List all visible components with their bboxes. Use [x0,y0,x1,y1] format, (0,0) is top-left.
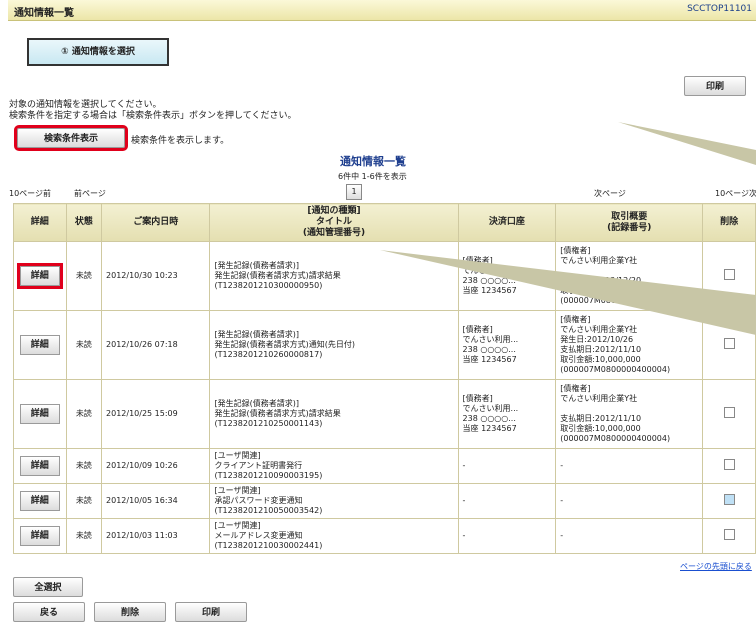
callout-pointer-bottom [380,250,756,335]
detail-cell: 詳細 [13,379,67,449]
detail-button[interactable]: 詳細 [19,404,60,424]
detail-button[interactable]: 詳細 [19,335,60,355]
account-cell: - [457,518,557,554]
instruction-line-2: 検索条件を指定する場合は「検索条件表示」ボタンを押してください。 [9,111,297,121]
account-cell: - [457,483,557,519]
pager-prev[interactable]: 前ページ [74,188,106,199]
pager-current-page[interactable]: 1 [346,184,362,200]
title-cell: [ユーザ関連] 承認パスワード変更通知 (T123820121005000354… [209,483,459,519]
delete-cell [702,518,756,554]
title-cell: [ユーザ関連] クライアント証明書発行 (T123820121009000319… [209,448,459,484]
search-conditions-button[interactable]: 検索条件表示 [14,125,128,151]
account-cell: [債務者] でんさい利用... 238 ○○○○... 当座 1234567 [457,379,557,449]
table-row: 詳細 未読 2012/10/03 11:03 [ユーザ関連] メールアドレス変更… [13,518,756,554]
callout-pointer-top [618,122,756,165]
detail-button[interactable]: 詳細 [19,456,60,476]
callout-pointers [380,122,756,335]
status-cell: 未読 [65,310,103,380]
summary-cell: - [555,483,704,519]
detail-cell: 詳細 [13,483,67,519]
page-top-link[interactable]: ページの先頭に戻る [680,561,752,572]
datetime-cell: 2012/10/09 10:26 [101,448,211,484]
status-cell: 未読 [65,379,103,449]
datetime-cell: 2012/10/05 16:34 [101,483,211,519]
detail-cell: 詳細 [13,310,67,380]
summary-cell: - [555,518,704,554]
delete-checkbox[interactable] [723,529,735,540]
pager-prev10[interactable]: 10ページ前 [9,188,51,199]
print-button[interactable]: 印刷 [175,602,247,622]
detail-button[interactable]: 詳細 [19,491,60,511]
delete-checkbox[interactable] [723,459,735,470]
summary-cell: [債権者] でんさい利用企業Y社 支払期日:2012/11/10 取引金額:10… [555,379,704,449]
datetime-cell: 2012/10/03 11:03 [101,518,211,554]
table-row: 詳細 未読 2012/10/05 16:34 [ユーザ関連] 承認パスワード変更… [13,483,756,519]
col-detail: 詳細 [13,203,67,242]
status-cell: 未読 [65,448,103,484]
status-cell: 未読 [65,483,103,519]
datetime-cell: 2012/10/25 15:09 [101,379,211,449]
datetime-cell: 2012/10/26 07:18 [101,310,211,380]
delete-checkbox[interactable] [723,407,735,418]
datetime-cell: 2012/10/30 10:23 [101,241,211,311]
status-cell: 未読 [65,241,103,311]
summary-cell: - [555,448,704,484]
table-row: 詳細 未読 2012/10/09 10:26 [ユーザ関連] クライアント証明書… [13,448,756,484]
back-button[interactable]: 戻る [13,602,85,622]
step-indicator: ① 通知情報を選択 [27,38,169,66]
delete-cell [702,448,756,484]
col-status: 状態 [65,203,103,242]
table-row: 詳細 未読 2012/10/25 15:09 [発生記録(債務者請求)] 発生記… [13,379,756,449]
screen-code: SCCTOP11101 [687,4,752,14]
delete-cell [702,379,756,449]
detail-cell: 詳細 [13,518,67,554]
top-print-button[interactable]: 印刷 [684,76,746,96]
delete-checkbox[interactable] [723,494,735,505]
title-cell: [ユーザ関連] メールアドレス変更通知 (T123820121003000244… [209,518,459,554]
col-datetime: ご案内日時 [101,203,211,242]
detail-cell: 詳細 [13,448,67,484]
title-bar: 通知情報一覧 SCCTOP11101 [8,0,756,21]
detail-cell: 詳細 [13,241,67,311]
status-cell: 未読 [65,518,103,554]
detail-button[interactable]: 詳細 [19,526,60,546]
select-all-button[interactable]: 全選択 [13,577,83,597]
detail-button[interactable]: 詳細 [16,263,63,289]
window-title: 通知情報一覧 [14,8,74,19]
delete-cell [702,483,756,519]
delete-button[interactable]: 削除 [94,602,166,622]
title-cell: [発生記録(債務者請求)] 発生記録(債務者請求方式)請求結果 (T123820… [209,379,459,449]
search-hint: 検索条件を表示します。 [131,136,230,146]
account-cell: - [457,448,557,484]
